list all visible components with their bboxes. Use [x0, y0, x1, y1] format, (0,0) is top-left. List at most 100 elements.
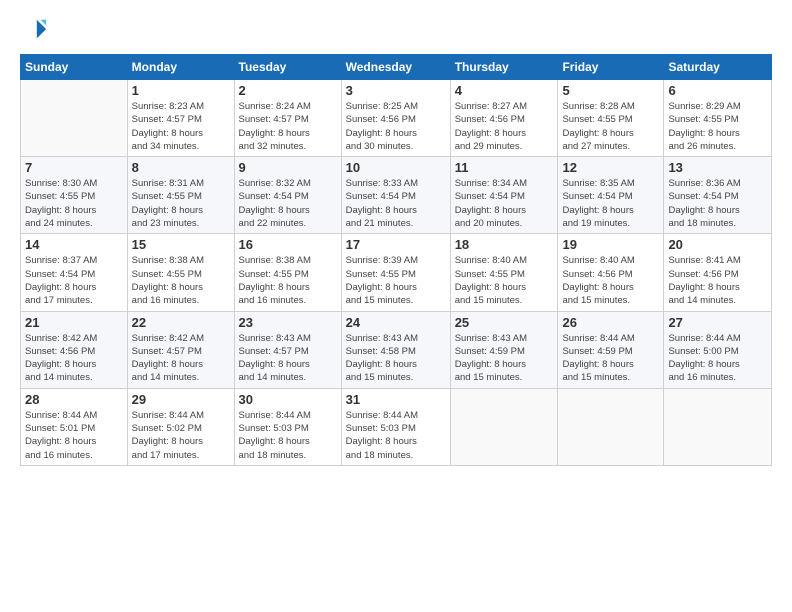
day-number: 20	[668, 237, 767, 252]
day-number: 8	[132, 160, 230, 175]
day-number: 5	[562, 83, 659, 98]
day-number: 2	[239, 83, 337, 98]
day-number: 1	[132, 83, 230, 98]
day-number: 27	[668, 315, 767, 330]
day-info: Sunrise: 8:35 AM Sunset: 4:54 PM Dayligh…	[562, 177, 659, 230]
day-number: 4	[455, 83, 554, 98]
weekday-header-friday: Friday	[558, 55, 664, 80]
calendar-cell: 17 Sunrise: 8:39 AM Sunset: 4:55 PM Dayli…	[341, 234, 450, 311]
week-row-3: 14 Sunrise: 8:37 AM Sunset: 4:54 PM Dayli…	[21, 234, 772, 311]
calendar-cell: 26 Sunrise: 8:44 AM Sunset: 4:59 PM Dayli…	[558, 311, 664, 388]
calendar-cell: 31Sunrise: 8:44 AM Sunset: 5:03 PM Dayli…	[341, 388, 450, 465]
day-info: Sunrise: 8:37 AM Sunset: 4:54 PM Dayligh…	[25, 254, 123, 307]
calendar-cell: 24 Sunrise: 8:43 AM Sunset: 4:58 PM Dayli…	[341, 311, 450, 388]
calendar-cell: 7Sunrise: 8:30 AM Sunset: 4:55 PM Daylig…	[21, 157, 128, 234]
calendar-cell: 21Sunrise: 8:42 AM Sunset: 4:56 PM Dayli…	[21, 311, 128, 388]
week-row-1: 1 Sunrise: 8:23 AM Sunset: 4:57 PM Daylig…	[21, 80, 772, 157]
day-info: Sunrise: 8:39 AM Sunset: 4:55 PM Dayligh…	[346, 254, 446, 307]
calendar-table: SundayMondayTuesdayWednesdayThursdayFrid…	[20, 54, 772, 466]
calendar-cell: 1 Sunrise: 8:23 AM Sunset: 4:57 PM Daylig…	[127, 80, 234, 157]
calendar-cell: 15 Sunrise: 8:38 AM Sunset: 4:55 PM Dayli…	[127, 234, 234, 311]
day-number: 16	[239, 237, 337, 252]
weekday-header-monday: Monday	[127, 55, 234, 80]
day-number: 6	[668, 83, 767, 98]
header	[20, 16, 772, 44]
day-info: Sunrise: 8:25 AM Sunset: 4:56 PM Dayligh…	[346, 100, 446, 153]
day-info: Sunrise: 8:29 AM Sunset: 4:55 PM Dayligh…	[668, 100, 767, 153]
calendar-cell: 16 Sunrise: 8:38 AM Sunset: 4:55 PM Dayli…	[234, 234, 341, 311]
day-number: 15	[132, 237, 230, 252]
calendar-cell: 10Sunrise: 8:33 AM Sunset: 4:54 PM Dayli…	[341, 157, 450, 234]
day-info: Sunrise: 8:40 AM Sunset: 4:56 PM Dayligh…	[562, 254, 659, 307]
day-number: 25	[455, 315, 554, 330]
day-info: Sunrise: 8:34 AM Sunset: 4:54 PM Dayligh…	[455, 177, 554, 230]
day-info: Sunrise: 8:32 AM Sunset: 4:54 PM Dayligh…	[239, 177, 337, 230]
day-number: 23	[239, 315, 337, 330]
calendar-cell	[558, 388, 664, 465]
day-info: Sunrise: 8:28 AM Sunset: 4:55 PM Dayligh…	[562, 100, 659, 153]
day-info: Sunrise: 8:43 AM Sunset: 4:59 PM Dayligh…	[455, 332, 554, 385]
day-number: 14	[25, 237, 123, 252]
day-number: 31	[346, 392, 446, 407]
calendar-cell: 23 Sunrise: 8:43 AM Sunset: 4:57 PM Dayli…	[234, 311, 341, 388]
calendar-page: SundayMondayTuesdayWednesdayThursdayFrid…	[0, 0, 792, 612]
day-info: Sunrise: 8:40 AM Sunset: 4:55 PM Dayligh…	[455, 254, 554, 307]
calendar-cell: 12Sunrise: 8:35 AM Sunset: 4:54 PM Dayli…	[558, 157, 664, 234]
week-row-2: 7Sunrise: 8:30 AM Sunset: 4:55 PM Daylig…	[21, 157, 772, 234]
day-number: 17	[346, 237, 446, 252]
calendar-cell	[21, 80, 128, 157]
calendar-cell: 6 Sunrise: 8:29 AM Sunset: 4:55 PM Daylig…	[664, 80, 772, 157]
calendar-cell: 2 Sunrise: 8:24 AM Sunset: 4:57 PM Daylig…	[234, 80, 341, 157]
week-row-5: 28 Sunrise: 8:44 AM Sunset: 5:01 PM Dayli…	[21, 388, 772, 465]
day-info: Sunrise: 8:44 AM Sunset: 5:03 PM Dayligh…	[239, 409, 337, 462]
weekday-header-tuesday: Tuesday	[234, 55, 341, 80]
calendar-cell: 22 Sunrise: 8:42 AM Sunset: 4:57 PM Dayli…	[127, 311, 234, 388]
weekday-header-sunday: Sunday	[21, 55, 128, 80]
calendar-cell: 28 Sunrise: 8:44 AM Sunset: 5:01 PM Dayli…	[21, 388, 128, 465]
day-info: Sunrise: 8:36 AM Sunset: 4:54 PM Dayligh…	[668, 177, 767, 230]
day-info: Sunrise: 8:38 AM Sunset: 4:55 PM Dayligh…	[239, 254, 337, 307]
weekday-header-saturday: Saturday	[664, 55, 772, 80]
day-number: 24	[346, 315, 446, 330]
day-info: Sunrise: 8:41 AM Sunset: 4:56 PM Dayligh…	[668, 254, 767, 307]
calendar-cell: 4 Sunrise: 8:27 AM Sunset: 4:56 PM Daylig…	[450, 80, 558, 157]
day-number: 22	[132, 315, 230, 330]
calendar-cell: 11 Sunrise: 8:34 AM Sunset: 4:54 PM Dayli…	[450, 157, 558, 234]
calendar-cell: 27 Sunrise: 8:44 AM Sunset: 5:00 PM Dayli…	[664, 311, 772, 388]
day-info: Sunrise: 8:44 AM Sunset: 5:01 PM Dayligh…	[25, 409, 123, 462]
calendar-cell: 3Sunrise: 8:25 AM Sunset: 4:56 PM Daylig…	[341, 80, 450, 157]
day-number: 30	[239, 392, 337, 407]
day-number: 28	[25, 392, 123, 407]
day-info: Sunrise: 8:27 AM Sunset: 4:56 PM Dayligh…	[455, 100, 554, 153]
day-number: 11	[455, 160, 554, 175]
calendar-cell: 8 Sunrise: 8:31 AM Sunset: 4:55 PM Daylig…	[127, 157, 234, 234]
day-info: Sunrise: 8:44 AM Sunset: 5:02 PM Dayligh…	[132, 409, 230, 462]
calendar-cell: 29Sunrise: 8:44 AM Sunset: 5:02 PM Dayli…	[127, 388, 234, 465]
week-row-4: 21Sunrise: 8:42 AM Sunset: 4:56 PM Dayli…	[21, 311, 772, 388]
day-number: 9	[239, 160, 337, 175]
calendar-cell	[450, 388, 558, 465]
day-number: 7	[25, 160, 123, 175]
day-number: 21	[25, 315, 123, 330]
weekday-header-wednesday: Wednesday	[341, 55, 450, 80]
calendar-cell: 30 Sunrise: 8:44 AM Sunset: 5:03 PM Dayli…	[234, 388, 341, 465]
day-number: 26	[562, 315, 659, 330]
day-number: 13	[668, 160, 767, 175]
day-info: Sunrise: 8:23 AM Sunset: 4:57 PM Dayligh…	[132, 100, 230, 153]
day-info: Sunrise: 8:44 AM Sunset: 4:59 PM Dayligh…	[562, 332, 659, 385]
day-info: Sunrise: 8:42 AM Sunset: 4:57 PM Dayligh…	[132, 332, 230, 385]
day-info: Sunrise: 8:31 AM Sunset: 4:55 PM Dayligh…	[132, 177, 230, 230]
day-info: Sunrise: 8:38 AM Sunset: 4:55 PM Dayligh…	[132, 254, 230, 307]
logo-icon	[20, 16, 48, 44]
weekday-header-thursday: Thursday	[450, 55, 558, 80]
day-info: Sunrise: 8:24 AM Sunset: 4:57 PM Dayligh…	[239, 100, 337, 153]
weekday-header-row: SundayMondayTuesdayWednesdayThursdayFrid…	[21, 55, 772, 80]
day-info: Sunrise: 8:44 AM Sunset: 5:00 PM Dayligh…	[668, 332, 767, 385]
day-info: Sunrise: 8:43 AM Sunset: 4:57 PM Dayligh…	[239, 332, 337, 385]
calendar-cell: 25 Sunrise: 8:43 AM Sunset: 4:59 PM Dayli…	[450, 311, 558, 388]
calendar-cell: 18Sunrise: 8:40 AM Sunset: 4:55 PM Dayli…	[450, 234, 558, 311]
calendar-cell: 20 Sunrise: 8:41 AM Sunset: 4:56 PM Dayli…	[664, 234, 772, 311]
day-info: Sunrise: 8:33 AM Sunset: 4:54 PM Dayligh…	[346, 177, 446, 230]
calendar-cell: 14 Sunrise: 8:37 AM Sunset: 4:54 PM Dayli…	[21, 234, 128, 311]
day-info: Sunrise: 8:43 AM Sunset: 4:58 PM Dayligh…	[346, 332, 446, 385]
